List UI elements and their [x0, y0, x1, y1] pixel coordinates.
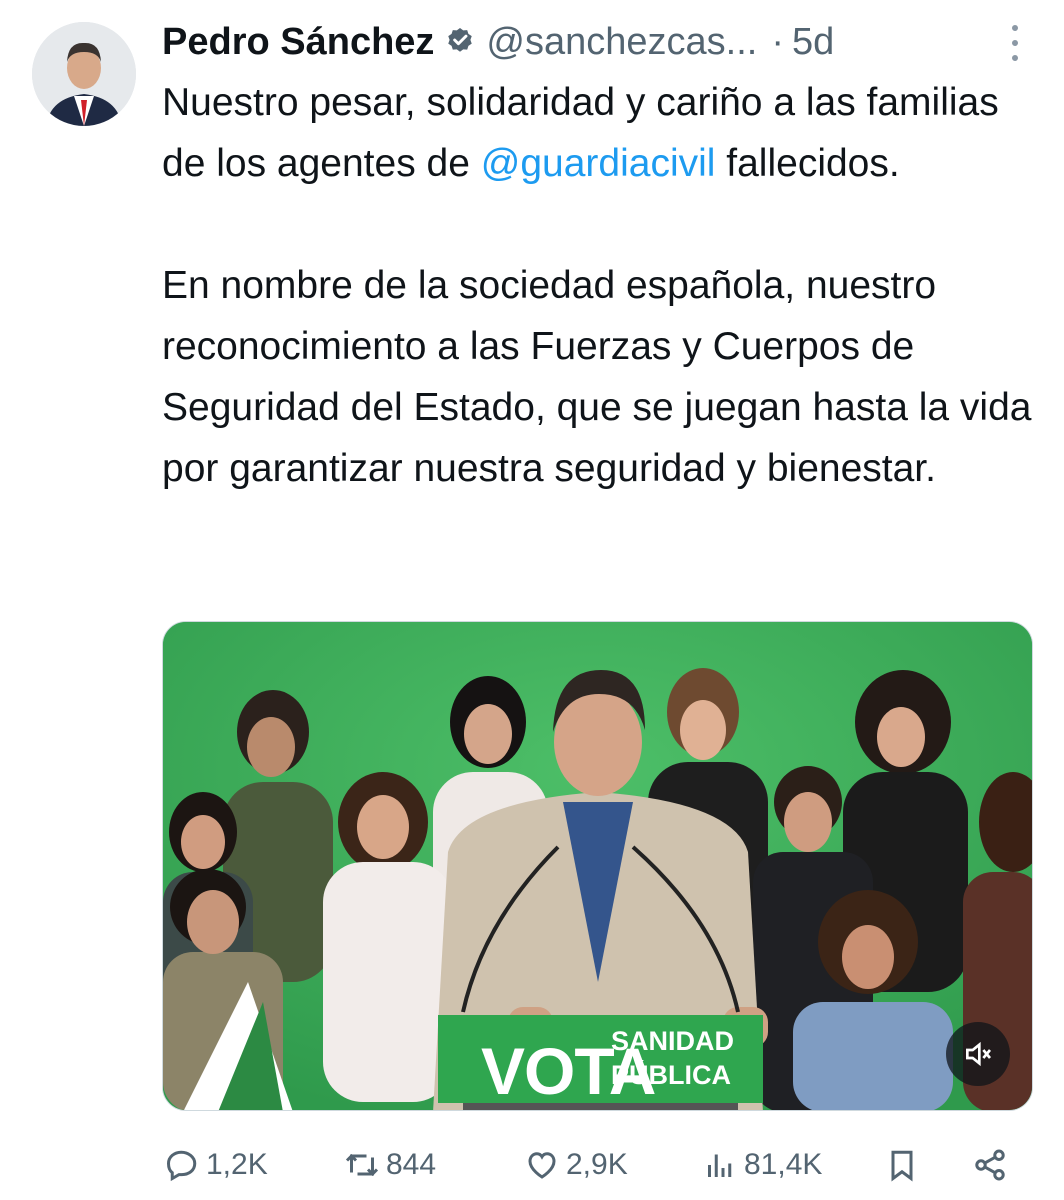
sign-word-publica: PÚBLICA	[611, 1059, 731, 1090]
tweet-paragraph-2: En nombre de la sociedad española, nuest…	[162, 264, 1032, 490]
sign-word-sanidad: SANIDAD	[611, 1026, 734, 1056]
more-options-icon[interactable]	[1010, 20, 1020, 66]
views-button[interactable]: 81,4K	[702, 1140, 822, 1190]
reply-icon	[166, 1150, 197, 1182]
author-name[interactable]: Pedro Sánchez	[162, 21, 434, 64]
repost-button[interactable]: 844	[344, 1140, 436, 1190]
avatar[interactable]	[32, 22, 136, 126]
reply-count: 1,2K	[206, 1148, 268, 1181]
repost-icon	[345, 1153, 379, 1177]
share-icon	[975, 1149, 1005, 1181]
reply-button[interactable]: 1,2K	[164, 1140, 268, 1190]
tweet-video[interactable]: VOTA SANIDAD PÚBLICA	[162, 621, 1033, 1111]
tweet-timestamp[interactable]: 5d	[792, 21, 834, 64]
repost-count: 844	[386, 1148, 437, 1181]
mention-link[interactable]: @guardiacivil	[481, 142, 716, 185]
action-bar: 1,2K 844 2,9K 81,4K	[162, 1140, 1032, 1190]
share-button[interactable]	[972, 1140, 1008, 1190]
tweet-text-part: fallecidos.	[715, 142, 900, 185]
mute-icon[interactable]	[946, 1022, 1010, 1086]
tweet-paragraph-1: Nuestro pesar, solidaridad y cariño a la…	[162, 72, 1032, 194]
video-frame: VOTA SANIDAD PÚBLICA	[163, 622, 1032, 1110]
verified-badge-icon	[448, 28, 473, 52]
bookmark-button[interactable]	[884, 1140, 920, 1190]
author-handle[interactable]: @sanchezcas...	[486, 21, 757, 64]
tweet-header: Pedro Sánchez @sanchezcas... · 5d	[162, 14, 1024, 70]
views-count: 81,4K	[744, 1148, 823, 1181]
like-icon	[528, 1152, 556, 1179]
bookmark-icon	[891, 1150, 913, 1182]
like-count: 2,9K	[566, 1148, 628, 1181]
views-icon	[708, 1154, 732, 1177]
avatar-image	[32, 22, 136, 126]
like-button[interactable]: 2,9K	[524, 1140, 628, 1190]
tweet-text: Nuestro pesar, solidaridad y cariño a la…	[162, 72, 1032, 499]
header-separator: ·	[771, 20, 784, 63]
